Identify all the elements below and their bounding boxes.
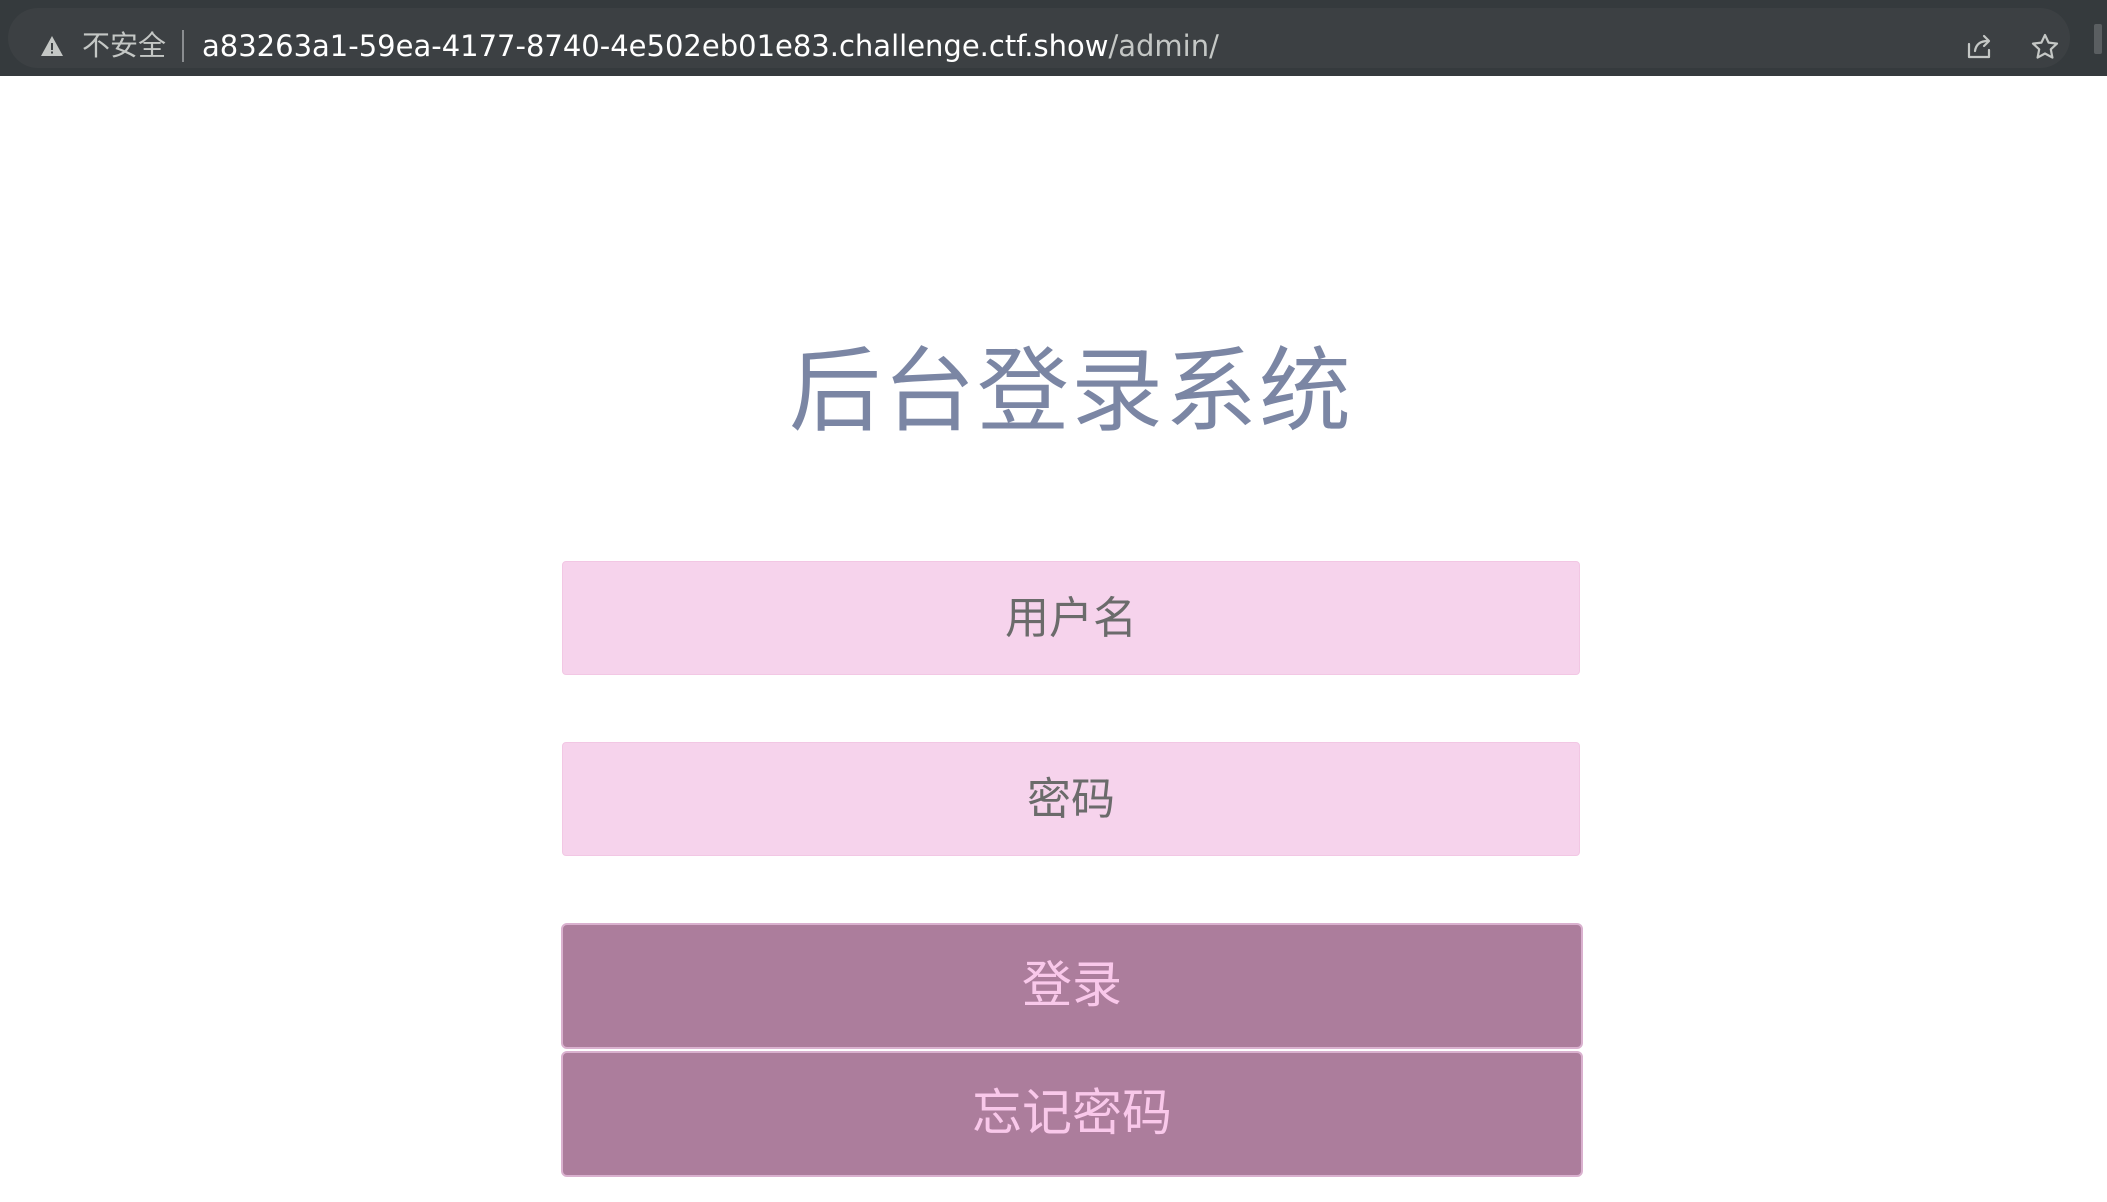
page-title: 后台登录系统 [788, 338, 1353, 445]
security-status[interactable]: 不安全 [82, 28, 166, 64]
browser-toolbar: 不安全 a83263a1-59ea-4177-8740-4e502eb01e83… [0, 0, 2107, 76]
share-icon[interactable] [1964, 32, 1994, 62]
star-icon[interactable] [2030, 32, 2060, 62]
divider [182, 30, 184, 62]
url-path: /admin/ [1108, 29, 1219, 63]
username-input[interactable] [562, 561, 1580, 675]
url-host: a83263a1-59ea-4177-8740-4e502eb01e83.cha… [202, 29, 1109, 63]
password-input[interactable] [562, 742, 1580, 856]
window-edge [2094, 24, 2102, 54]
address-bar[interactable]: 不安全 a83263a1-59ea-4177-8740-4e502eb01e83… [8, 8, 2070, 68]
forgot-password-button[interactable]: 忘记密码 [561, 1051, 1583, 1177]
url-text[interactable]: a83263a1-59ea-4177-8740-4e502eb01e83.cha… [202, 28, 1219, 64]
warning-icon[interactable] [40, 34, 64, 58]
login-button[interactable]: 登录 [561, 923, 1583, 1049]
